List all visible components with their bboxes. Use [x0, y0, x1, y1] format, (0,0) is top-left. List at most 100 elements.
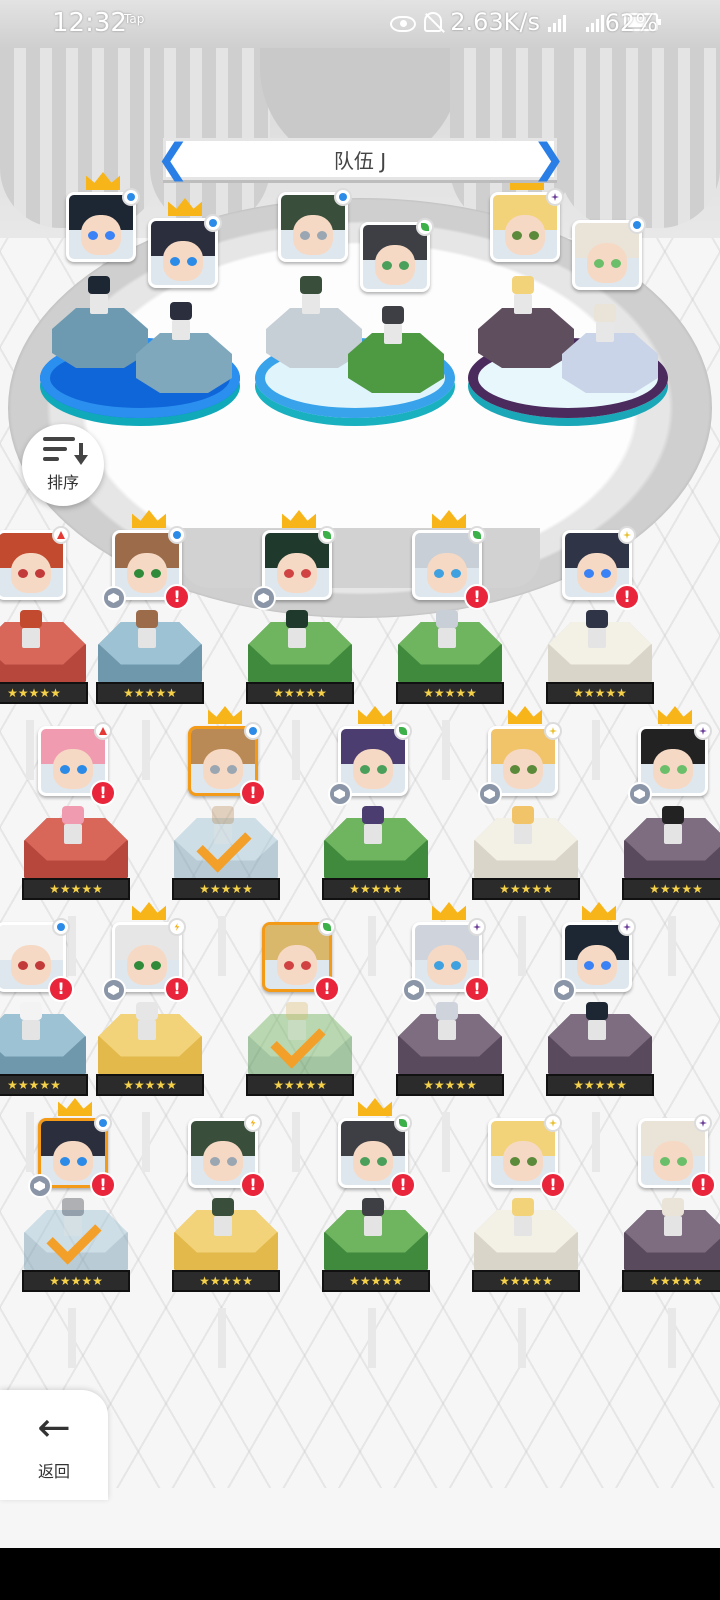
battery-percent: 62% — [604, 9, 658, 37]
signal-4g-icon — [548, 12, 578, 32]
star-rating: ★★★★★ — [622, 878, 720, 900]
rank-icon — [102, 978, 126, 1002]
alert-icon: ! — [48, 976, 74, 1002]
light-element-icon — [618, 526, 636, 544]
net-speed: 2.63K/s — [450, 8, 540, 36]
portrait-eye — [512, 230, 523, 240]
portrait-eye — [134, 568, 145, 578]
portrait-face — [52, 1141, 94, 1182]
portrait-face — [504, 215, 546, 256]
water-element-icon — [122, 188, 140, 206]
portrait-eye — [594, 258, 605, 268]
portrait-eye — [104, 230, 115, 240]
light-element-icon — [544, 1114, 562, 1132]
portrait-face — [292, 215, 334, 256]
shadow-element-icon — [618, 918, 636, 936]
portrait-eye — [210, 1156, 221, 1166]
character-sprite — [130, 1002, 164, 1042]
star-rating: ★★★★★ — [546, 682, 654, 704]
wind-element-icon — [318, 918, 336, 936]
star-rating: ★★★★★ — [172, 878, 280, 900]
character-sprite — [130, 610, 164, 650]
light-element-icon — [544, 722, 562, 740]
wind-element-icon — [394, 722, 412, 740]
team-member-sprite — [164, 302, 198, 342]
portrait-eye — [226, 764, 237, 774]
portrait-eye — [150, 568, 161, 578]
portrait-eye — [528, 230, 539, 240]
portrait-eye — [660, 1156, 671, 1166]
portrait-face — [576, 553, 618, 594]
portrait-face — [10, 553, 52, 594]
rank-icon — [402, 978, 426, 1002]
portrait-eye — [450, 960, 461, 970]
back-arrow-icon: ← — [37, 1405, 71, 1451]
portrait-eye — [510, 764, 521, 774]
sort-button[interactable]: 排序 — [22, 424, 104, 506]
character-sprite — [356, 1198, 390, 1238]
alert-icon: ! — [164, 976, 190, 1002]
star-rating: ★★★★★ — [396, 682, 504, 704]
portrait-face — [374, 245, 416, 286]
shadow-element-icon — [694, 1114, 712, 1132]
alert-icon: ! — [240, 780, 266, 806]
portrait-eye — [584, 960, 595, 970]
alert-icon: ! — [390, 1172, 416, 1198]
portrait-eye — [210, 764, 221, 774]
fire-element-icon — [94, 722, 112, 740]
rank-icon — [478, 782, 502, 806]
portrait-face — [352, 749, 394, 790]
alert-icon: ! — [464, 976, 490, 1002]
team-title-banner: 队伍 J — [163, 138, 557, 180]
portrait-eye — [676, 764, 687, 774]
portrait-eye — [34, 568, 45, 578]
status-bar: 12:32 Tap 2.63K/s 62% — [0, 0, 720, 48]
team-title: 队伍 J — [333, 148, 387, 173]
portrait-face — [652, 749, 694, 790]
character-sprite — [506, 1198, 540, 1238]
alert-icon: ! — [314, 976, 340, 1002]
portrait-eye — [526, 1156, 537, 1166]
character-sprite — [356, 806, 390, 846]
portrait-face — [652, 1141, 694, 1182]
shadow-element-icon — [546, 188, 564, 206]
star-rating: ★★★★★ — [22, 1270, 130, 1292]
prev-team-arrow[interactable]: ❮ — [156, 136, 190, 182]
character-sprite — [656, 806, 690, 846]
portrait-eye — [170, 256, 181, 266]
wind-element-icon — [394, 1114, 412, 1132]
rank-icon — [102, 586, 126, 610]
sort-icon — [43, 437, 88, 465]
portrait-eye — [18, 960, 29, 970]
alert-icon: ! — [464, 584, 490, 610]
portrait-eye — [660, 764, 671, 774]
thunder-element-icon — [168, 918, 186, 936]
portrait-face — [502, 749, 544, 790]
alert-icon: ! — [90, 1172, 116, 1198]
alert-icon: ! — [690, 1172, 716, 1198]
star-rating: ★★★★★ — [322, 1270, 430, 1292]
rank-icon — [628, 782, 652, 806]
portrait-face — [162, 241, 204, 282]
portrait-eye — [382, 260, 393, 270]
star-rating: ★★★★★ — [0, 1074, 88, 1096]
portrait-face — [426, 553, 468, 594]
character-sprite — [580, 1002, 614, 1042]
portrait-eye — [88, 230, 99, 240]
water-element-icon — [204, 214, 222, 232]
rank-icon — [28, 1174, 52, 1198]
portrait-eye — [186, 256, 197, 266]
team-member-sprite — [294, 276, 328, 316]
portrait-eye — [76, 1156, 87, 1166]
portrait-eye — [284, 568, 295, 578]
alert-icon: ! — [90, 780, 116, 806]
next-team-arrow[interactable]: ❯ — [532, 136, 566, 182]
water-element-icon — [244, 722, 262, 740]
portrait-face — [202, 1141, 244, 1182]
system-navigation-bar — [0, 1548, 720, 1600]
wind-element-icon — [416, 218, 434, 236]
portrait-face — [126, 945, 168, 986]
star-rating: ★★★★★ — [172, 1270, 280, 1292]
star-rating: ★★★★★ — [322, 878, 430, 900]
back-button[interactable]: ← 返回 — [0, 1390, 108, 1500]
